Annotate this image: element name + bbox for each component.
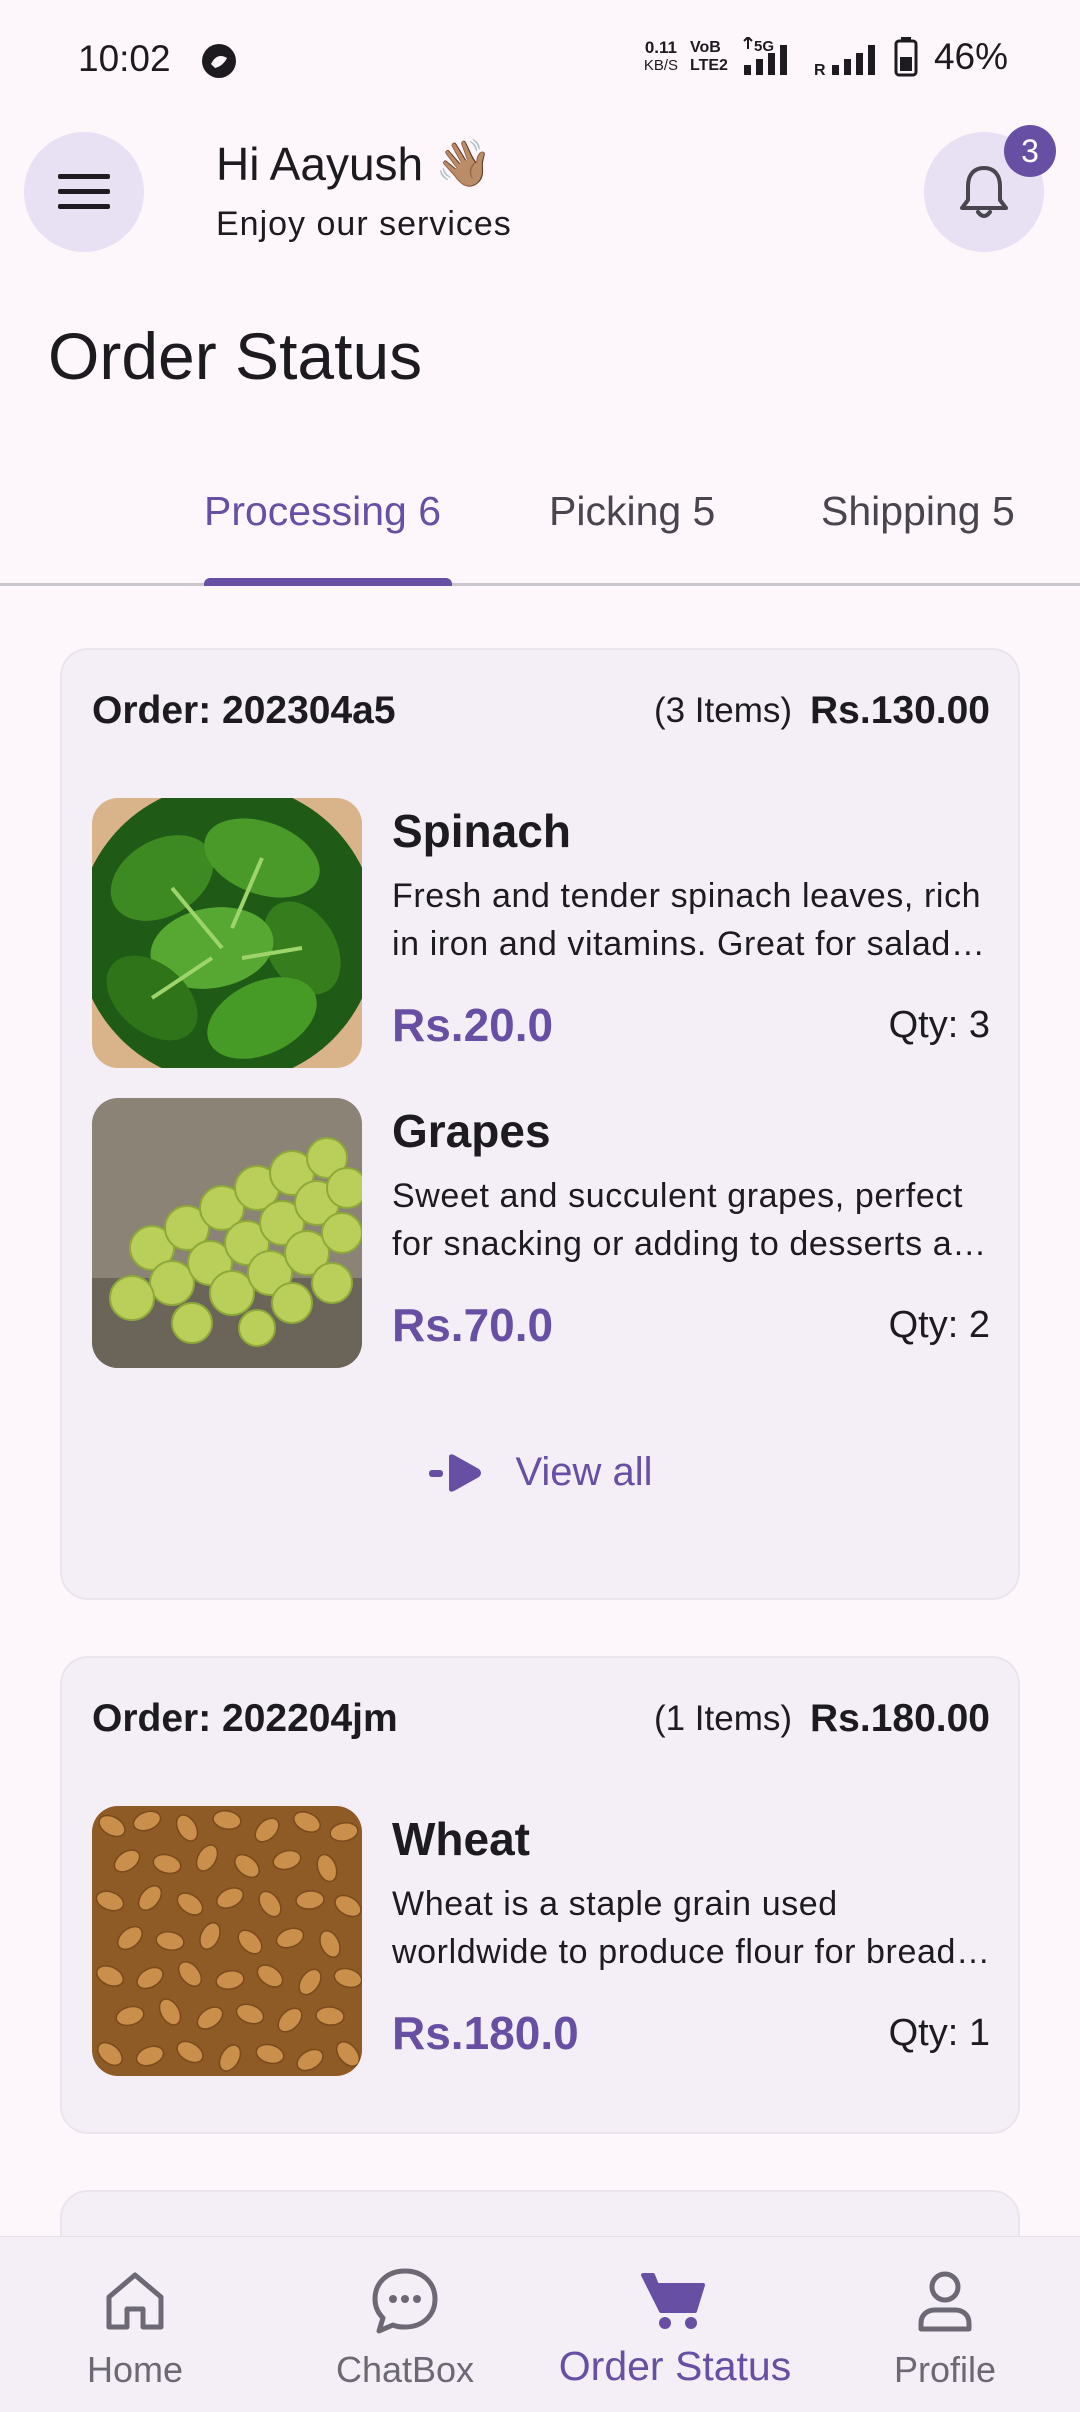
nav-home-label: Home: [86, 2349, 184, 2390]
product-price: Rs.180.0: [392, 2007, 579, 2059]
product-quantity: Qty: 3: [888, 1004, 990, 1046]
greeting-text: Hi Aayush: [216, 137, 424, 190]
order-total: Rs.130.00: [810, 689, 990, 732]
tab-picking[interactable]: Picking 5: [549, 488, 715, 535]
arrow-right-icon: [429, 1453, 482, 1492]
status-indicators: 0.11 KB/S VoB LTE2 5G R 46%: [644, 36, 1008, 78]
battery-icon: [894, 37, 918, 77]
net-speed: 0.11 KB/S: [644, 39, 678, 75]
nav-order-status-label: Order Status: [558, 2343, 792, 2389]
nav-home[interactable]: Home: [0, 2237, 270, 2412]
order-id: Order: 202304a5: [92, 689, 396, 732]
nav-chatbox[interactable]: ChatBox: [270, 2237, 540, 2412]
view-all-button[interactable]: View all: [62, 1450, 1018, 1495]
order-card[interactable]: Order: 202304a5 (3 Items) Rs.130.00 Spin: [60, 648, 1020, 1600]
view-all-label: View all: [515, 1450, 653, 1494]
product-item[interactable]: Grapes Sweet and succulent grapes, perfe…: [92, 1098, 992, 1370]
greeting-title: Hi Aayush 👋🏽: [216, 136, 512, 191]
bell-icon: [960, 166, 1008, 218]
tab-shipping[interactable]: Shipping 5: [821, 488, 1015, 535]
status-bar: 10:02 0.11 KB/S VoB LTE2 5G R 46%: [0, 0, 1080, 120]
order-id: Order: 202204jm: [92, 1697, 398, 1740]
net-speed-value: 0.11: [644, 38, 677, 57]
waving-hand-emoji: 👋🏽: [435, 137, 493, 189]
hamburger-menu-icon: [58, 174, 110, 209]
nav-profile[interactable]: Profile: [810, 2237, 1080, 2412]
order-total: Rs.180.00: [810, 1697, 990, 1740]
product-quantity: Qty: 2: [888, 1304, 990, 1346]
nav-order-status[interactable]: Order Status: [540, 2237, 810, 2412]
app-notification-icon: [202, 44, 236, 78]
product-quantity: Qty: 1: [888, 2012, 990, 2054]
person-icon: [918, 2271, 972, 2332]
order-header: Order: 202304a5 (3 Items) Rs.130.00: [92, 686, 990, 736]
greeting-subtitle: Enjoy our services: [216, 205, 512, 243]
menu-button[interactable]: [24, 132, 144, 252]
chat-bubble-icon: [372, 2268, 438, 2334]
product-price: Rs.20.0: [392, 999, 554, 1051]
product-description: Fresh and tender spinach leaves, rich in…: [392, 877, 982, 963]
roaming-indicator: R: [814, 62, 826, 77]
volte-top: VoB: [690, 39, 721, 56]
product-image-spinach: [92, 798, 362, 1068]
active-tab-indicator: [204, 578, 452, 586]
nav-profile-label: Profile: [893, 2349, 997, 2390]
net-speed-unit: KB/S: [643, 57, 678, 74]
product-item[interactable]: Spinach Fresh and tender spinach leaves,…: [92, 798, 990, 1070]
order-item-count: (3 Items): [653, 691, 793, 730]
nav-chatbox-label: ChatBox: [335, 2349, 475, 2390]
product-image-wheat: [92, 1806, 362, 2076]
order-card[interactable]: Order: 202204jm (1 Items) Rs.180.00 Whea…: [60, 1656, 1020, 2134]
product-price: Rs.70.0: [392, 1299, 554, 1351]
order-status-tabs: Processing 6 Picking 5 Shipping 5: [0, 450, 1080, 586]
volte-bottom: LTE2: [690, 57, 728, 74]
network-type: 5G: [754, 38, 774, 55]
product-item[interactable]: Wheat Wheat is a staple grain used world…: [92, 1806, 990, 2078]
order-status-screen: 10:02 0.11 KB/S VoB LTE2 5G R 46% Hi Aay…: [0, 0, 1080, 2412]
shopping-cart-icon: [641, 2273, 705, 2329]
order-item-count: (1 Items): [653, 1699, 793, 1738]
product-name: Wheat: [392, 1813, 530, 1865]
greeting: Hi Aayush 👋🏽 Enjoy our services: [216, 136, 512, 244]
battery-percent: 46%: [933, 36, 1008, 77]
product-image-grapes: [92, 1098, 362, 1368]
signal-5g-icon: 5G: [743, 37, 787, 75]
tab-processing[interactable]: Processing 6: [204, 488, 441, 535]
notification-badge: 3: [1004, 125, 1056, 177]
volte-indicator: VoB LTE2: [690, 39, 728, 75]
bottom-navigation: Home ChatBox Order Status Profile: [0, 2236, 1080, 2412]
status-time: 10:02: [78, 38, 171, 79]
product-description: Sweet and succulent grapes, perfect for …: [392, 1177, 992, 1263]
page-title: Order Status: [48, 319, 423, 393]
product-description: Wheat is a staple grain used worldwide t…: [392, 1885, 967, 1971]
product-name: Spinach: [392, 805, 571, 857]
product-name: Grapes: [392, 1105, 551, 1157]
home-icon: [106, 2272, 164, 2330]
order-header: Order: 202204jm (1 Items) Rs.180.00: [92, 1694, 990, 1744]
signal-roaming-icon: R: [814, 45, 875, 77]
